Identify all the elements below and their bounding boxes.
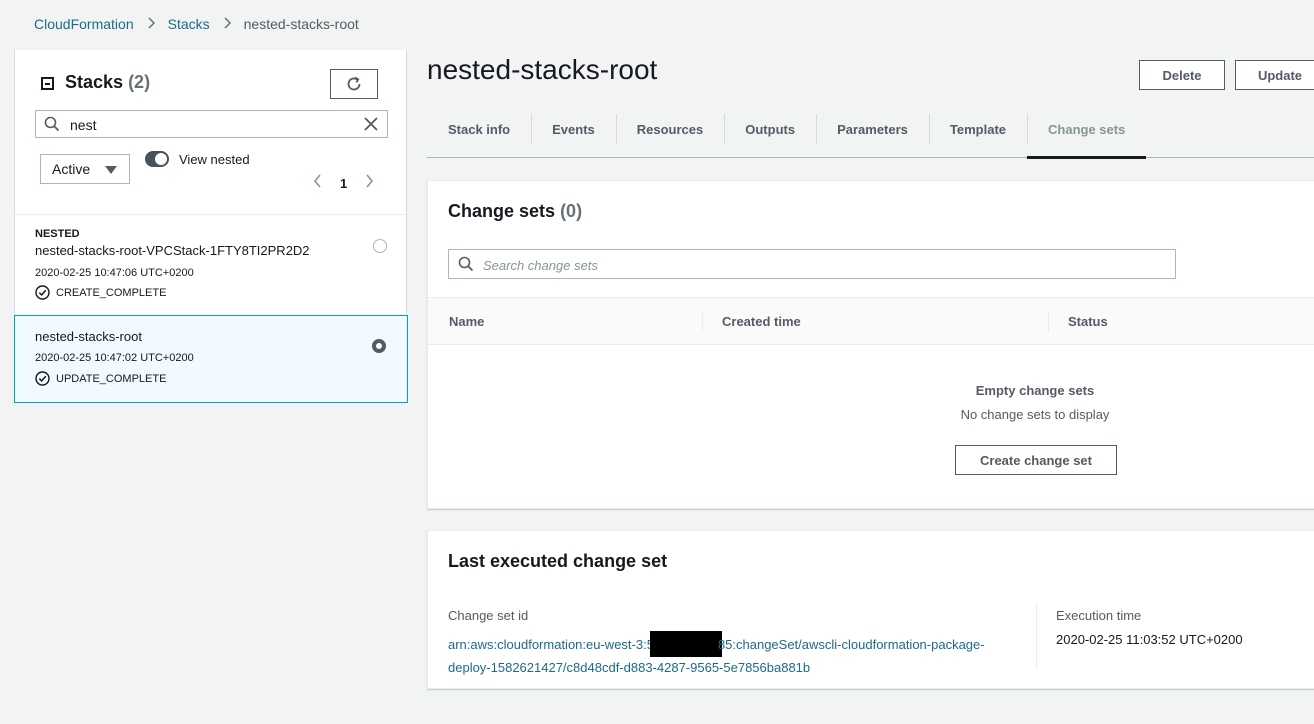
- status-filter-select[interactable]: Active: [40, 154, 130, 184]
- stack-name: nested-stacks-root-VPCStack-1FTY8TI2PR2D…: [35, 243, 310, 258]
- page-number[interactable]: 1: [340, 176, 347, 191]
- tab-template[interactable]: Template: [928, 114, 1027, 158]
- stack-status: UPDATE_COMPLETE: [35, 371, 166, 386]
- refresh-icon: [347, 76, 361, 91]
- column-created-time[interactable]: Created time: [722, 314, 801, 329]
- column-divider: [702, 312, 703, 332]
- success-check-icon: [35, 371, 50, 386]
- chevron-right-icon: [148, 16, 156, 32]
- breadcrumb-stacks[interactable]: Stacks: [168, 16, 210, 32]
- column-status[interactable]: Status: [1068, 314, 1108, 329]
- clear-search-icon[interactable]: [363, 116, 379, 132]
- stack-tabs: Stack info Events Resources Outputs Para…: [427, 114, 1314, 159]
- search-value: nest: [70, 117, 97, 133]
- pagination: 1: [313, 174, 374, 193]
- column-divider: [1036, 603, 1037, 669]
- breadcrumb-cloudformation[interactable]: CloudFormation: [34, 16, 134, 32]
- tab-change-sets[interactable]: Change sets: [1027, 114, 1147, 159]
- prev-page-icon[interactable]: [313, 174, 322, 193]
- next-page-icon[interactable]: [365, 174, 374, 193]
- change-set-id-link[interactable]: arn:aws:cloudformation:eu-west-3:5 85:cha…: [448, 631, 1008, 678]
- stack-select-radio[interactable]: [373, 239, 387, 253]
- page-title: nested-stacks-root: [427, 54, 658, 85]
- stacks-count: (2): [128, 72, 151, 92]
- collapse-panel-icon[interactable]: [41, 77, 54, 90]
- change-sets-search-input[interactable]: Search change sets: [448, 249, 1176, 279]
- stack-list-item-selected[interactable]: nested-stacks-root 2020-02-25 10:47:02 U…: [14, 315, 408, 403]
- stack-name: nested-stacks-root: [35, 329, 142, 344]
- column-divider: [1048, 312, 1049, 332]
- change-sets-title-text: Change sets: [448, 201, 556, 221]
- change-sets-table-header: Name Created time Status: [428, 297, 1314, 345]
- stack-list-item[interactable]: NESTED nested-stacks-root-VPCStack-1FTY8…: [15, 214, 406, 315]
- breadcrumb: CloudFormation Stacks nested-stacks-root: [34, 16, 359, 32]
- chevron-right-icon: [224, 16, 232, 32]
- view-nested-label: View nested: [179, 152, 250, 167]
- tab-parameters[interactable]: Parameters: [816, 114, 929, 158]
- stack-select-radio[interactable]: [372, 339, 386, 353]
- breadcrumb-current: nested-stacks-root: [243, 16, 359, 32]
- nested-tag: NESTED: [35, 228, 80, 240]
- view-nested-toggle[interactable]: [145, 151, 169, 167]
- tab-events[interactable]: Events: [531, 114, 616, 158]
- tab-resources[interactable]: Resources: [615, 114, 724, 158]
- stack-time: 2020-02-25 10:47:06 UTC+0200: [35, 267, 194, 279]
- tab-outputs[interactable]: Outputs: [724, 114, 816, 158]
- success-check-icon: [35, 285, 50, 300]
- last-executed-title: Last executed change set: [448, 551, 668, 571]
- tab-stack-info[interactable]: Stack info: [427, 114, 531, 158]
- stacks-panel-title: Stacks (2): [65, 72, 150, 93]
- change-set-id-label: Change set id: [448, 608, 529, 623]
- delete-button[interactable]: Delete: [1139, 60, 1225, 90]
- execution-time-label: Execution time: [1056, 608, 1142, 623]
- empty-state-title: Empty change sets: [975, 383, 1095, 398]
- update-button[interactable]: Update: [1235, 60, 1314, 90]
- search-placeholder: Search change sets: [483, 258, 598, 273]
- column-name[interactable]: Name: [449, 314, 484, 329]
- stacks-title-text: Stacks: [65, 72, 124, 92]
- search-icon: [44, 116, 60, 132]
- stack-status: CREATE_COMPLETE: [35, 285, 166, 300]
- last-executed-card: Last executed change set Change set id a…: [427, 530, 1314, 689]
- stacks-search-input[interactable]: nest: [35, 110, 388, 138]
- stack-status-text: CREATE_COMPLETE: [56, 286, 167, 299]
- filter-value: Active: [52, 161, 91, 177]
- create-change-set-button[interactable]: Create change set: [955, 445, 1117, 475]
- change-sets-count: (0): [560, 201, 583, 221]
- arn-part-1: arn:aws:cloudformation:eu-west-3:5: [448, 637, 654, 652]
- stack-status-text: UPDATE_COMPLETE: [56, 372, 167, 385]
- empty-state-subtitle: No change sets to display: [960, 407, 1110, 422]
- execution-time-value: 2020-02-25 11:03:52 UTC+0200: [1056, 632, 1243, 647]
- stacks-panel-header: Stacks (2) nest Active View nested 1: [15, 50, 406, 214]
- change-sets-card: Change sets (0) Search change sets Name …: [427, 180, 1314, 509]
- caret-down-icon: [105, 166, 117, 174]
- refresh-button[interactable]: [330, 69, 378, 99]
- stack-time: 2020-02-25 10:47:02 UTC+0200: [35, 352, 194, 364]
- change-sets-title: Change sets (0): [448, 201, 582, 222]
- stacks-panel: Stacks (2) nest Active View nested 1 NES…: [14, 50, 408, 403]
- search-icon: [458, 256, 474, 272]
- redaction-block: [649, 631, 722, 657]
